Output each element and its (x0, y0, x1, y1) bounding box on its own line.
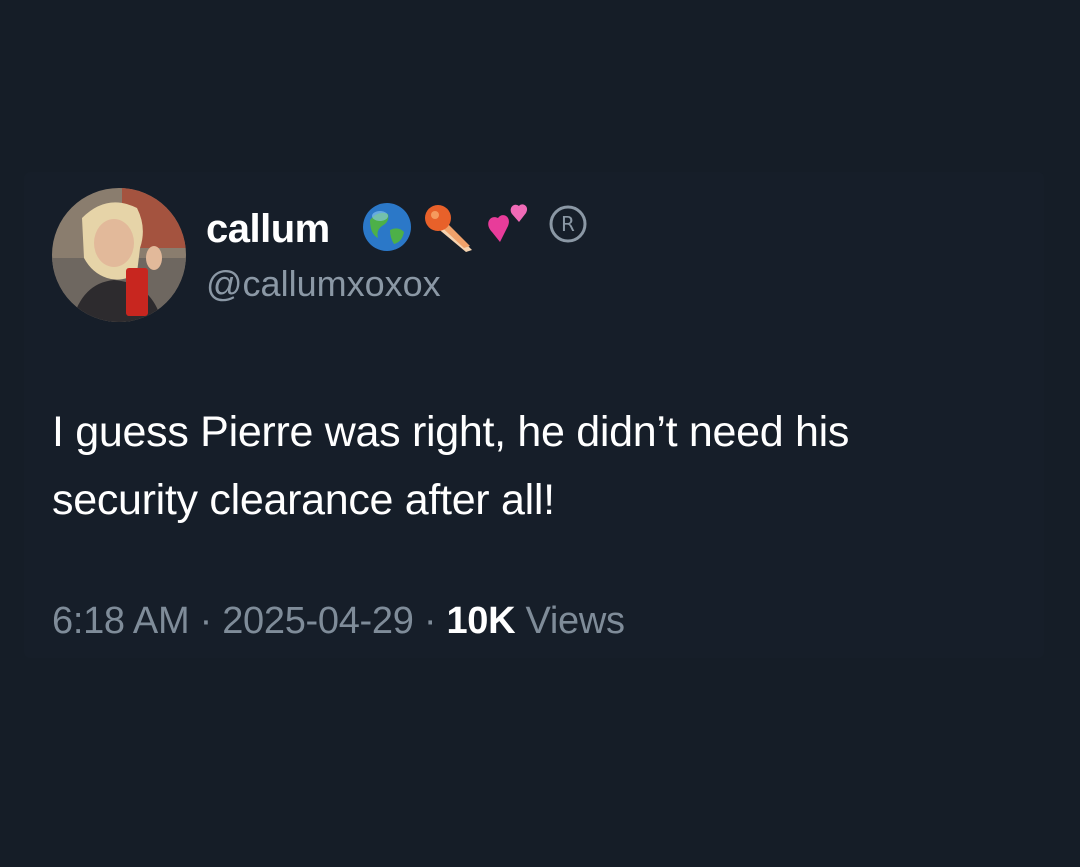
author-handle[interactable]: @callumxoxox (206, 262, 441, 306)
tweet-text-line: I guess Pierre was right, he didn’t need… (52, 408, 850, 456)
tweet-date[interactable]: 2025-04-29 (222, 600, 414, 642)
separator: · (413, 600, 447, 642)
tweet-meta: 6:18 AM · 2025-04-29 · 10K Views (52, 598, 625, 644)
tweet-text: I guess Pierre was right, he didn’t need… (52, 398, 1042, 534)
views-label: Views (515, 600, 625, 642)
globe-icon (363, 203, 411, 251)
registered-icon: R (549, 205, 587, 243)
avatar-image (52, 188, 186, 322)
tweet-text-line: security clearance after all! (52, 476, 555, 524)
meteor-icon (425, 205, 472, 252)
avatar[interactable] (52, 188, 186, 322)
display-name[interactable]: callum (206, 205, 330, 253)
separator: · (189, 600, 223, 642)
svg-text:R: R (561, 212, 575, 236)
tweet-time[interactable]: 6:18 AM (52, 600, 190, 642)
two-hearts-icon (488, 204, 528, 242)
views-count: 10K (446, 600, 516, 642)
